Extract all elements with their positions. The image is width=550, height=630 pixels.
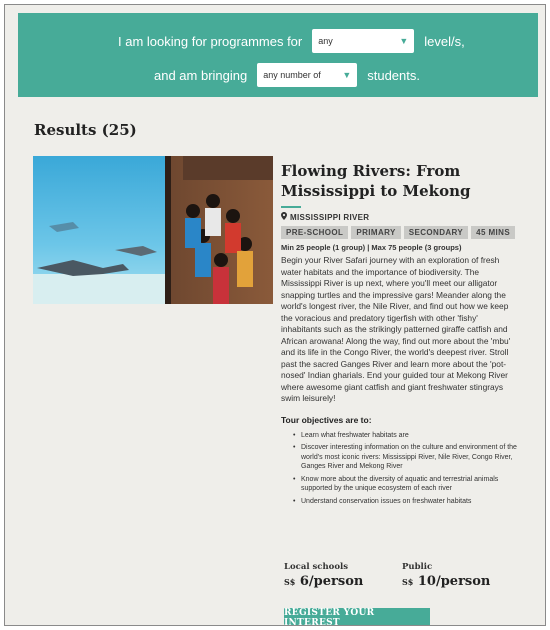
price-public-value: S$ 10/person	[402, 574, 490, 589]
level-select-value: any	[318, 36, 333, 46]
programme-filter-bar: I am looking for programmes for any ▼ le…	[18, 13, 538, 97]
price-public-amount: 10/person	[417, 574, 491, 589]
price-local-currency: S$	[284, 577, 296, 587]
chevron-down-icon: ▼	[342, 70, 352, 80]
filter-prefix-text: I am looking for programmes for	[118, 33, 303, 49]
programme-photo[interactable]	[33, 156, 273, 304]
location-label: MISSISSIPPI RIVER	[290, 212, 370, 222]
programme-tags: PRE-SCHOOL PRIMARY SECONDARY 45 MINS	[281, 226, 519, 239]
price-public-label: Public	[402, 562, 433, 572]
programme-card: Flowing Rivers: From Mississippi to Meko…	[281, 161, 519, 509]
bring-prefix-text: and am bringing	[154, 67, 248, 83]
map-pin-icon	[281, 212, 287, 222]
price-public: Public S$ 10/person	[402, 562, 490, 589]
level-suffix-text: level/s,	[424, 33, 465, 49]
title-divider	[281, 206, 301, 208]
count-suffix-text: students.	[367, 67, 420, 83]
programme-title[interactable]: Flowing Rivers: From Mississippi to Meko…	[281, 161, 519, 201]
chevron-down-icon: ▼	[399, 36, 409, 46]
group-capacity: Min 25 people (1 group) | Max 75 people …	[281, 243, 462, 252]
student-count-select-value: any number of	[263, 70, 321, 80]
results-heading: Results (25)	[34, 121, 137, 139]
tag-primary: PRIMARY	[351, 226, 401, 239]
price-local-value: S$ 6/person	[284, 574, 363, 589]
register-interest-button[interactable]: REGISTER YOUR INTEREST	[284, 608, 430, 625]
aquarium-photo-image	[33, 156, 273, 304]
filter-row-level: I am looking for programmes for any ▼ le…	[118, 29, 465, 53]
student-count-select[interactable]: any number of ▼	[257, 63, 358, 87]
programme-description: Begin your River Safari journey with an …	[281, 255, 511, 403]
tag-secondary: SECONDARY	[403, 226, 469, 239]
price-local: Local schools S$ 6/person	[284, 562, 363, 589]
filter-row-count: and am bringing any number of ▼ students…	[154, 63, 420, 87]
list-item: Understand conservation issues on freshw…	[293, 497, 519, 507]
level-select[interactable]: any ▼	[312, 29, 415, 53]
list-item: Discover interesting information on the …	[293, 443, 519, 472]
objectives-list: Learn what freshwater habitats are Disco…	[281, 431, 519, 507]
tag-pre-school: PRE-SCHOOL	[281, 226, 349, 239]
tag-duration: 45 MINS	[471, 226, 516, 239]
price-local-label: Local schools	[284, 562, 349, 572]
programme-location: MISSISSIPPI RIVER	[281, 212, 519, 222]
list-item: Learn what freshwater habitats are	[293, 431, 519, 441]
list-item: Know more about the diversity of aquatic…	[293, 475, 519, 494]
objectives-heading: Tour objectives are to:	[281, 414, 372, 425]
price-local-amount: 6/person	[299, 574, 364, 589]
price-public-currency: S$	[402, 577, 414, 587]
page-frame: I am looking for programmes for any ▼ le…	[4, 4, 546, 626]
